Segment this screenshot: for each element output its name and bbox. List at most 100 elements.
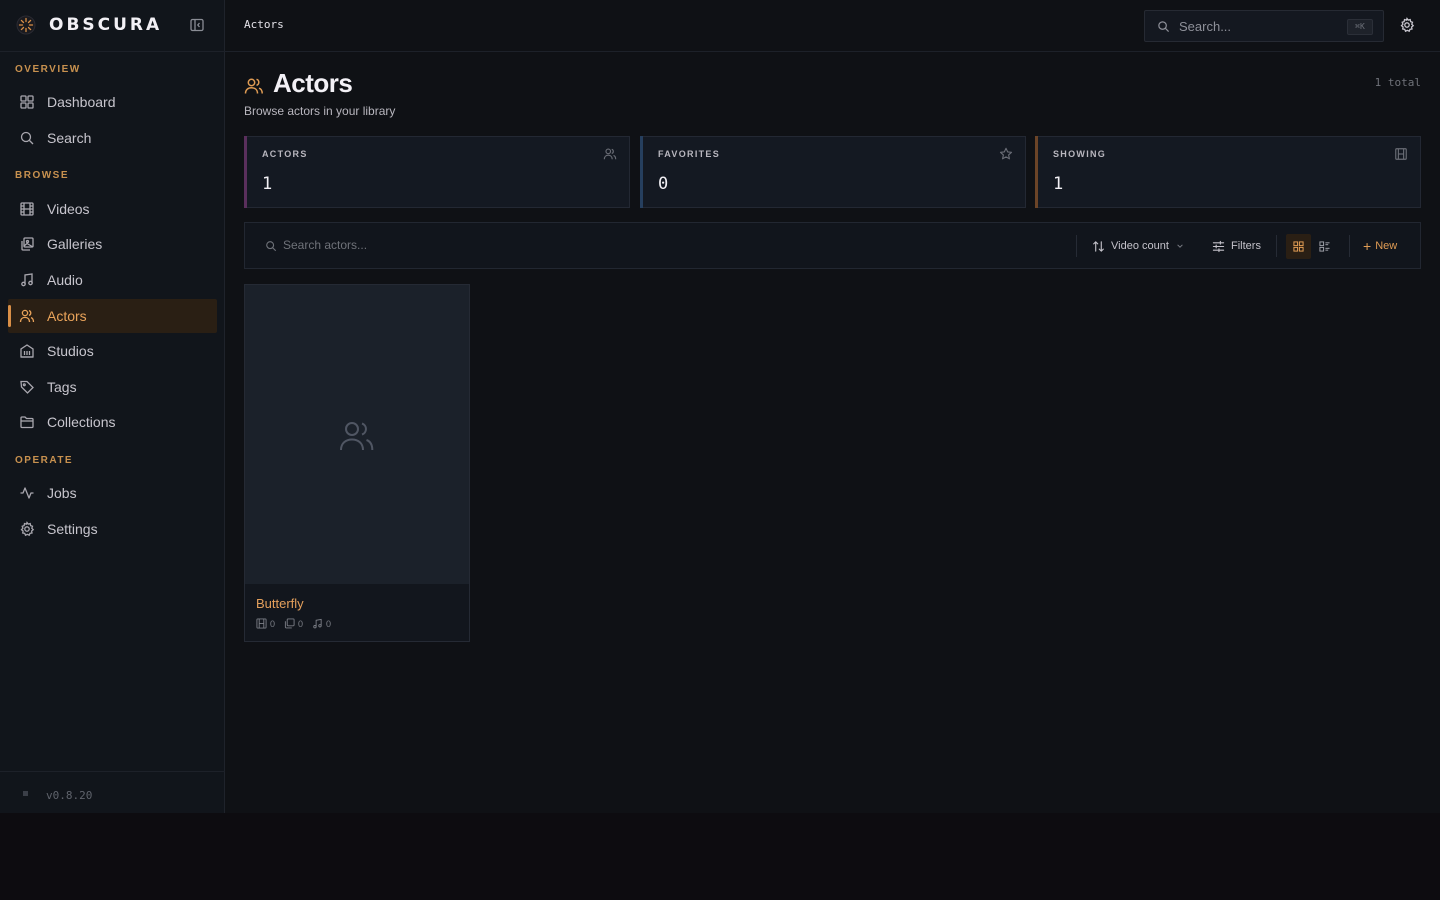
gallery-count: 0 [284,618,303,629]
actors-toolbar: Search actors... Video count Filters + N… [244,222,1421,269]
sidebar-item-label: Collections [47,414,116,430]
page-title: Actors [273,68,353,98]
dashboard-icon [20,95,34,109]
sidebar-item-jobs[interactable]: Jobs [8,476,217,510]
sidebar-item-galleries[interactable]: Galleries [8,227,217,261]
stat-label: FAVORITES [658,149,721,159]
film-icon [20,202,34,216]
sidebar-item-search[interactable]: Search [8,121,217,155]
gear-icon [20,521,35,537]
section-label-operate: OPERATE [15,455,74,466]
stat-value: 0 [658,174,669,194]
page-subtitle: Browse actors in your library [244,104,396,118]
new-actor-button[interactable]: + New [1363,237,1397,255]
section-label-browse: BROWSE [15,170,69,181]
toolbar-divider [1276,235,1277,257]
actor-thumbnail [245,285,469,584]
toolbar-divider [1076,235,1077,257]
sidebar-item-label: Dashboard [47,94,116,110]
stat-value: 1 [1053,174,1064,194]
sort-label: Video count [1111,240,1169,252]
sidebar-item-label: Studios [47,343,94,359]
audio-count: 0 [312,618,331,629]
sidebar-item-tags[interactable]: Tags [8,370,217,404]
stat-label: ACTORS [262,149,308,159]
actor-stats: 0 0 0 [256,618,340,629]
sidebar-item-settings[interactable]: Settings [8,512,217,546]
global-search-input[interactable]: Search... ⌘K [1144,10,1384,42]
sidebar-footer: v0.8.20 [0,771,225,813]
sidebar-item-label: Settings [47,521,98,537]
stat-card-showing: SHOWING 1 [1035,136,1421,208]
sort-dropdown[interactable]: Video count [1092,237,1190,255]
users-icon [603,148,617,160]
audio-count-value: 0 [326,618,332,629]
sidebar-item-videos[interactable]: Videos [8,192,217,226]
users-icon [19,309,35,323]
app-shell: OBSCURA OVERVIEW Dashboard Search BROWSE [0,0,1440,813]
sidebar: OBSCURA OVERVIEW Dashboard Search BROWSE [0,0,225,813]
settings-gear-icon[interactable] [1399,17,1415,33]
sidebar-item-collections[interactable]: Collections [8,405,217,439]
sidebar-item-dashboard[interactable]: Dashboard [8,85,217,119]
actor-search-input[interactable]: Search actors... [283,238,367,252]
stat-card-actors: ACTORS 1 [244,136,630,208]
logo-icon [16,15,36,35]
gallery-icon [21,237,34,251]
gallery-icon [284,618,295,629]
search-icon [1158,21,1170,33]
sidebar-item-label: Search [47,130,92,146]
list-view-toggle[interactable] [1312,234,1337,259]
sidebar-item-label: Jobs [47,485,77,501]
list-icon [1319,241,1330,252]
folder-icon [20,416,34,429]
total-count: 1 total [1374,76,1421,89]
app-name: OBSCURA [49,15,163,35]
star-icon [999,147,1013,160]
breadcrumb[interactable]: Actors [244,18,284,31]
tag-icon [20,380,34,394]
search-icon [266,241,277,252]
sidebar-collapse-icon[interactable] [189,17,205,33]
stat-card-favorites: FAVORITES 0 [640,136,1026,208]
actor-name[interactable]: Butterfly [256,596,304,611]
video-count-value: 0 [270,618,276,629]
app-version: v0.8.20 [46,789,93,802]
topbar: Actors Search... ⌘K [225,0,1440,52]
filters-label: Filters [1231,240,1261,252]
search-icon [20,131,34,145]
grid-icon [1293,241,1304,252]
toolbar-divider [1349,235,1350,257]
section-label-overview: OVERVIEW [15,64,81,75]
actor-card[interactable]: Butterfly 0 0 0 [244,284,470,642]
users-icon [244,78,263,94]
music-icon [21,273,33,287]
grid-view-toggle[interactable] [1286,234,1311,259]
music-icon [313,618,322,629]
plus-icon: + [1363,238,1372,254]
filters-button[interactable]: Filters [1212,237,1261,255]
activity-icon [20,487,34,499]
sidebar-item-actors[interactable]: Actors [8,299,217,333]
film-icon [256,618,267,629]
sidebar-item-label: Videos [47,201,90,217]
sidebar-item-label: Galleries [47,236,103,252]
building-icon [20,344,34,358]
global-search-placeholder: Search... [1179,19,1232,34]
chevron-down-icon [1177,244,1183,248]
gallery-count-value: 0 [298,618,304,629]
new-label: New [1375,240,1398,252]
sidebar-item-label: Audio [47,272,83,288]
shortcut-badge: ⌘K [1347,19,1373,35]
video-count: 0 [256,618,275,629]
sort-arrows-icon [1093,240,1104,252]
users-icon [340,422,374,451]
film-icon [1395,148,1407,160]
sidebar-item-audio[interactable]: Audio [8,263,217,297]
status-dot [23,791,28,796]
sidebar-item-studios[interactable]: Studios [8,334,217,368]
sliders-icon [1212,240,1225,252]
stat-label: SHOWING [1053,149,1107,159]
stat-value: 1 [262,174,273,194]
sidebar-item-label: Actors [47,308,87,324]
